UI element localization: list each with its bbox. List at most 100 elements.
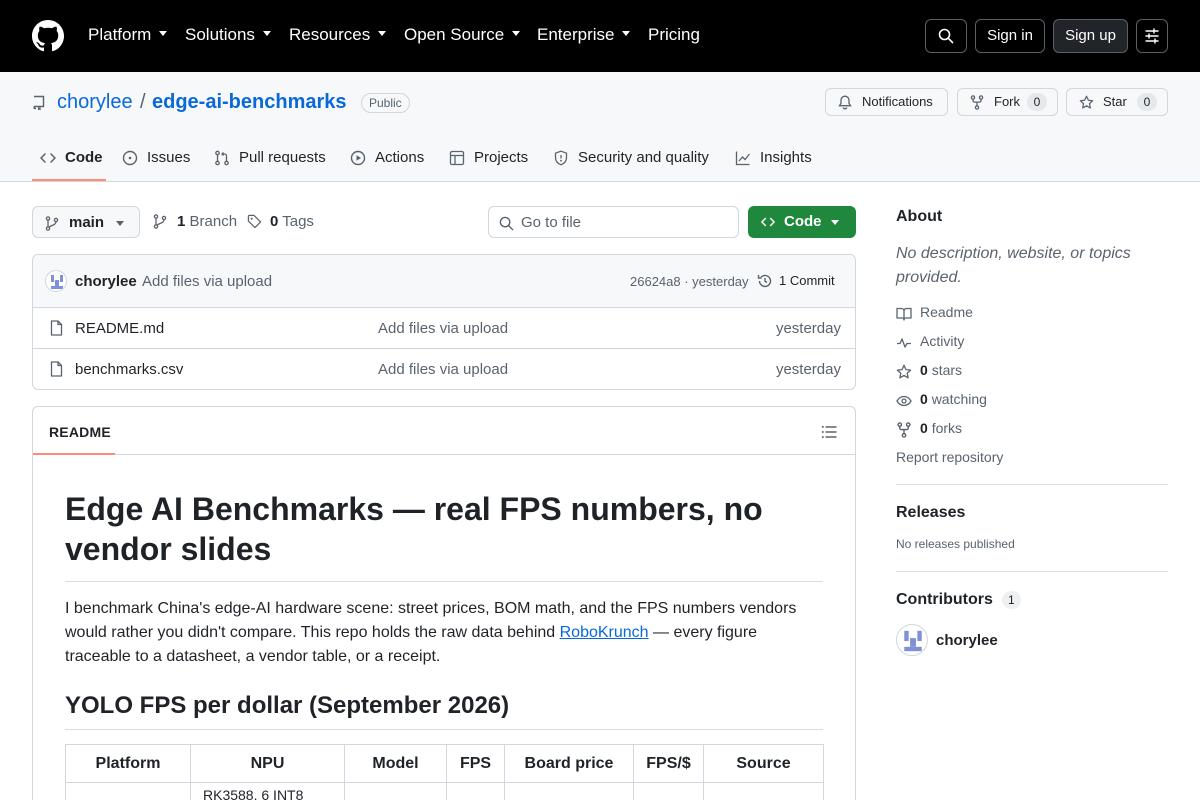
sign-in-button[interactable]: Sign in bbox=[975, 19, 1045, 53]
star-label: Star bbox=[1103, 94, 1127, 109]
star-icon bbox=[896, 364, 912, 379]
file-name[interactable]: benchmarks.csv bbox=[75, 361, 183, 378]
tab-code[interactable]: Code bbox=[40, 148, 103, 170]
commit-history-link[interactable]: 1 Commit bbox=[757, 273, 835, 288]
readme-tab[interactable]: README bbox=[49, 424, 111, 440]
tab-actions[interactable]: Actions bbox=[350, 148, 424, 170]
about-description: No description, website, or topics provi… bbox=[896, 245, 1131, 286]
chevron-down-icon bbox=[262, 31, 271, 37]
tab-pull-requests[interactable]: Pull requests bbox=[214, 148, 326, 170]
fork-button[interactable]: Fork 0 bbox=[957, 88, 1058, 116]
nav-solutions[interactable]: Solutions bbox=[185, 24, 271, 46]
file-icon bbox=[50, 361, 63, 377]
divider bbox=[896, 484, 1168, 485]
nav-resources[interactable]: Resources bbox=[289, 24, 387, 46]
readme-section-heading: YOLO FPS per dollar (September 2026) bbox=[65, 691, 823, 730]
releases-empty-text: No releases published bbox=[896, 537, 1015, 551]
breadcrumb-separator: / bbox=[140, 91, 146, 113]
repo-name-link[interactable]: edge-ai-benchmarks bbox=[152, 91, 347, 114]
releases-heading[interactable]: Releases bbox=[896, 504, 965, 522]
nav-enterprise[interactable]: Enterprise bbox=[537, 24, 631, 46]
commit-message[interactable]: Add files via upload bbox=[142, 273, 272, 290]
branch-selector[interactable]: main bbox=[32, 206, 140, 238]
contributors-heading[interactable]: Contributors bbox=[896, 591, 993, 609]
file-commit-message[interactable]: Add files via upload bbox=[378, 320, 508, 337]
tab-issues[interactable]: Issues bbox=[122, 148, 190, 170]
fork-label: Fork bbox=[994, 94, 1020, 109]
table-icon bbox=[449, 150, 465, 166]
avatar[interactable] bbox=[45, 270, 67, 292]
sign-up-button[interactable]: Sign up bbox=[1053, 19, 1128, 53]
chevron-down-icon bbox=[116, 221, 124, 226]
settings-menu-button[interactable] bbox=[1136, 19, 1168, 53]
avatar[interactable] bbox=[896, 624, 928, 656]
contributors-count: 1 bbox=[1002, 591, 1021, 609]
shield-icon bbox=[554, 150, 568, 166]
activity-link[interactable]: Activity bbox=[896, 333, 964, 353]
readme-intro: I benchmark China's edge-AI hardware sce… bbox=[65, 600, 797, 665]
fork-count: 0 bbox=[1027, 93, 1047, 111]
search-button[interactable] bbox=[925, 19, 967, 53]
readme-link[interactable]: Readme bbox=[896, 304, 973, 324]
commit-sha-time[interactable]: 26624a8 · yesterday bbox=[630, 274, 749, 289]
eye-icon bbox=[896, 395, 912, 407]
fork-icon bbox=[970, 95, 984, 110]
search-icon bbox=[938, 28, 954, 44]
table-row: RK3588, 6 INT8 bbox=[65, 782, 824, 800]
branches-link[interactable]: 1 Branch bbox=[153, 213, 237, 230]
file-icon bbox=[50, 320, 63, 336]
tab-insights[interactable]: Insights bbox=[735, 148, 812, 170]
column-header: Board price bbox=[504, 744, 634, 783]
commit-author[interactable]: chorylee bbox=[75, 273, 137, 290]
nav-pricing[interactable]: Pricing bbox=[648, 24, 700, 46]
tag-count: 0 bbox=[270, 213, 279, 230]
file-updated-time: yesterday bbox=[775, 361, 841, 378]
watchers-link[interactable]: 0 watching bbox=[896, 391, 987, 411]
branch-icon bbox=[45, 216, 59, 231]
contributor-name[interactable]: chorylee bbox=[936, 632, 998, 649]
tab-security[interactable]: Security and quality bbox=[553, 148, 709, 170]
issue-icon bbox=[122, 150, 138, 166]
search-icon bbox=[499, 216, 514, 231]
star-icon bbox=[1079, 95, 1094, 109]
stars-link[interactable]: 0 stars bbox=[896, 362, 962, 382]
active-tab-indicator bbox=[32, 179, 106, 181]
robokrunch-link[interactable]: RoboKrunch bbox=[560, 624, 649, 641]
column-header: NPU bbox=[190, 744, 345, 783]
nav-platform[interactable]: Platform bbox=[88, 24, 168, 46]
nav-open-source[interactable]: Open Source bbox=[404, 24, 521, 46]
tag-icon bbox=[247, 214, 262, 229]
chevron-down-icon bbox=[622, 31, 631, 37]
column-header: FPS/$ bbox=[633, 744, 704, 783]
code-icon bbox=[40, 153, 56, 163]
about-heading: About bbox=[896, 208, 943, 225]
chevron-down-icon bbox=[512, 31, 521, 37]
report-repository-link[interactable]: Report repository bbox=[896, 449, 1003, 465]
code-icon bbox=[761, 217, 775, 227]
table-row[interactable]: benchmarks.csv Add files via upload yest… bbox=[33, 349, 855, 389]
file-list: chorylee Add files via upload 26624a8 · … bbox=[32, 254, 856, 390]
forks-link[interactable]: 0 forks bbox=[896, 420, 962, 440]
history-icon bbox=[757, 274, 772, 288]
code-dropdown-button[interactable]: Code bbox=[748, 206, 856, 238]
notifications-label: Notifications bbox=[862, 94, 933, 109]
table-cell: RK3588, 6 INT8 bbox=[190, 782, 345, 800]
pull-request-icon bbox=[215, 150, 229, 166]
column-header: Source bbox=[703, 744, 824, 783]
tab-projects[interactable]: Projects bbox=[449, 148, 528, 170]
file-name[interactable]: README.md bbox=[75, 320, 164, 337]
list-icon[interactable] bbox=[821, 424, 837, 440]
readme-title: Edge AI Benchmarks — real FPS numbers, n… bbox=[65, 489, 823, 582]
github-logo-icon[interactable] bbox=[32, 20, 64, 52]
tags-link[interactable]: 0 Tags bbox=[247, 213, 314, 230]
notifications-button[interactable]: Notifications bbox=[825, 88, 948, 116]
repo-owner-link[interactable]: chorylee bbox=[57, 91, 133, 114]
star-button[interactable]: Star 0 bbox=[1066, 88, 1168, 116]
chevron-down-icon bbox=[159, 31, 168, 37]
go-to-file-input[interactable]: Go to file bbox=[488, 206, 739, 238]
column-header: FPS bbox=[446, 744, 505, 783]
benchmark-table: Platform NPU Model FPS Board price FPS/$… bbox=[65, 744, 824, 800]
file-commit-message[interactable]: Add files via upload bbox=[378, 361, 508, 378]
pulse-icon bbox=[897, 338, 911, 348]
table-row[interactable]: README.md Add files via upload yesterday bbox=[33, 308, 855, 349]
